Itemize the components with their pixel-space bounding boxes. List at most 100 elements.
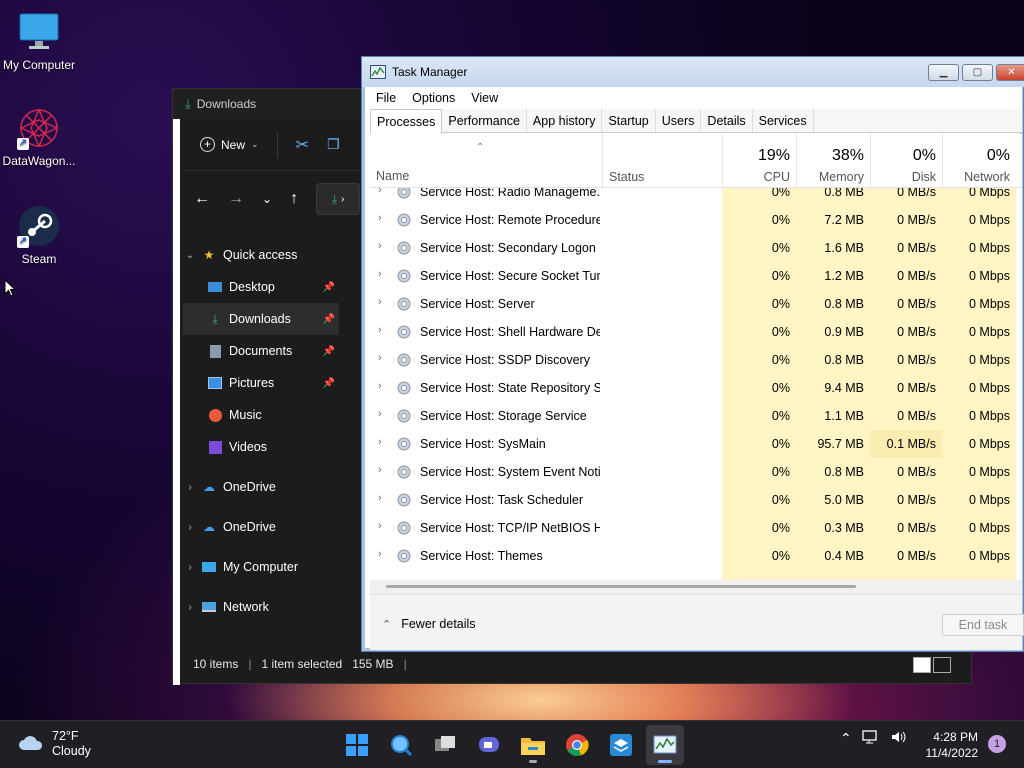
notification-badge[interactable]: 1 (988, 735, 1006, 753)
menu-view[interactable]: View (471, 91, 498, 105)
process-row[interactable]: › Service Host: Shell Hardware De... 0% 0.9… (370, 318, 1022, 346)
desktop-icon-datawagon[interactable]: ↗ DataWagon... (0, 106, 81, 168)
nav-downloads[interactable]: ⤓ Downloads 📌 (183, 303, 339, 335)
pin-icon[interactable]: 📌 (323, 378, 335, 389)
tab-performance[interactable]: Performance (442, 109, 527, 133)
volume-icon[interactable] (890, 729, 908, 748)
process-disk: 0 MB/s (897, 465, 936, 479)
process-row[interactable]: › Service Host: State Repository S... 0% 9.… (370, 374, 1022, 402)
task-view-icon[interactable] (426, 725, 464, 765)
minimize-button[interactable]: ▁ (928, 64, 959, 81)
process-row[interactable]: › Service Host: Task Scheduler 0% 5.0 MB 0 M… (370, 486, 1022, 514)
process-row[interactable]: › Service Host: Remote Procedure... 0% 7.2 … (370, 206, 1022, 234)
tab-services[interactable]: Services (753, 109, 814, 133)
task-manager-icon[interactable] (646, 725, 684, 765)
process-row[interactable]: › Service Host: Radio Manageme... 0% 0.8 MB… (370, 188, 1022, 206)
nav-onedrive-1[interactable]: › ☁ OneDrive (183, 471, 339, 503)
desktop-icon-steam[interactable]: ↗ Steam (0, 204, 81, 266)
desktop-icon-my-computer[interactable]: My Computer (0, 10, 81, 72)
new-button[interactable]: + New ⌄ (200, 137, 259, 152)
column-header-disk[interactable]: 0% Disk (870, 134, 942, 188)
process-row[interactable]: › Service Host: Themes 0% 0.4 MB 0 MB/s 0 Mbp… (370, 542, 1022, 570)
copy-icon[interactable]: ❐ (327, 136, 340, 153)
process-row[interactable]: › Service Host: System Event Noti... 0% 0.8… (370, 458, 1022, 486)
chevron-up-icon[interactable]: ⌃ (840, 730, 852, 747)
close-button[interactable]: ✕ (996, 64, 1024, 81)
expand-chevron-icon[interactable]: › (378, 240, 382, 252)
column-header-status[interactable]: Status (602, 134, 722, 188)
nav-music[interactable]: Music (183, 399, 339, 431)
expand-chevron-icon[interactable]: › (378, 436, 382, 448)
cut-icon[interactable]: ✂ (296, 135, 309, 155)
expand-chevron-icon[interactable]: › (378, 492, 382, 504)
tab-details[interactable]: Details (701, 109, 753, 133)
process-row[interactable]: › Service Host: Storage Service 0% 1.1 MB 0 … (370, 402, 1022, 430)
network-icon[interactable] (862, 729, 880, 748)
nav-videos[interactable]: Videos (183, 431, 339, 463)
nav-pictures[interactable]: Pictures 📌 (183, 367, 339, 399)
expand-chevron-icon[interactable]: › (378, 380, 382, 392)
tab-processes[interactable]: Processes (370, 109, 443, 134)
weather-widget[interactable]: 72°F Cloudy (18, 729, 91, 759)
menu-options[interactable]: Options (412, 91, 455, 105)
expand-chevron-icon[interactable]: › (378, 520, 382, 532)
pin-icon[interactable]: 📌 (323, 282, 335, 293)
chat-icon[interactable] (470, 725, 508, 765)
process-row[interactable]: › Service Host: SysMain 0% 95.7 MB 0.1 MB/s 0… (370, 430, 1022, 458)
menu-file[interactable]: File (376, 91, 396, 105)
details-view-icon[interactable] (913, 657, 931, 673)
gear-icon (396, 352, 412, 368)
column-header-cpu[interactable]: 19% CPU (722, 134, 796, 188)
process-row[interactable]: › Service Host: SSDP Discovery 0% 0.8 MB 0 M… (370, 346, 1022, 374)
nav-quick-access[interactable]: ⌄ ★ Quick access (183, 239, 339, 271)
recent-chevron-icon[interactable]: ⌄ (262, 192, 272, 206)
process-row[interactable]: › Service Host: Secondary Logon 0% 1.6 MB 0 … (370, 234, 1022, 262)
tab-users[interactable]: Users (656, 109, 702, 133)
end-task-button[interactable]: End task (942, 614, 1024, 636)
tiles-view-icon[interactable] (933, 657, 951, 673)
gear-icon (396, 492, 412, 508)
nav-network[interactable]: › Network (183, 591, 339, 623)
process-row[interactable]: › Service Host: Server 0% 0.8 MB 0 MB/s 0 Mbp… (370, 290, 1022, 318)
expand-chevron-icon[interactable]: › (378, 324, 382, 336)
address-breadcrumb[interactable]: ⤓ › (316, 183, 361, 215)
pin-icon[interactable]: 📌 (323, 314, 335, 325)
process-row[interactable]: › Service Host: Secure Socket Tun... 0% 1.2… (370, 262, 1022, 290)
column-header-name[interactable]: Name (376, 169, 409, 183)
expand-chevron-icon[interactable]: › (378, 464, 382, 476)
process-list[interactable]: › Service Host: Radio Manageme... 0% 0.8 MB… (370, 188, 1022, 580)
expand-chevron-icon[interactable]: › (378, 268, 382, 280)
back-arrow-icon[interactable]: ← (194, 190, 210, 208)
task-manager-titlebar[interactable]: Task Manager ▁ ▢ ✕ (362, 57, 1024, 87)
scrollbar-thumb[interactable] (386, 585, 856, 588)
column-header-network[interactable]: 0% Network (942, 134, 1016, 188)
expand-chevron-icon[interactable]: › (378, 352, 382, 364)
nav-label: OneDrive (223, 480, 276, 494)
up-arrow-icon[interactable]: ↑ (290, 190, 298, 208)
forward-arrow-icon[interactable]: → (228, 190, 244, 208)
expand-chevron-icon[interactable]: › (378, 212, 382, 224)
expand-chevron-icon[interactable]: › (378, 548, 382, 560)
column-header-memory[interactable]: 38% Memory (796, 134, 870, 188)
nav-my-computer[interactable]: › My Computer (183, 551, 339, 583)
expand-chevron-icon[interactable]: › (378, 188, 382, 196)
fewer-details-button[interactable]: ⌃ Fewer details (382, 617, 476, 631)
nav-desktop[interactable]: Desktop 📌 (183, 271, 339, 303)
start-icon[interactable] (338, 725, 376, 765)
file-explorer-icon[interactable] (514, 725, 552, 765)
process-row[interactable]: › Service Host: TCP/IP NetBIOS H... 0% 0.3 … (370, 514, 1022, 542)
horizontal-scrollbar[interactable] (370, 580, 1022, 594)
expand-chevron-icon[interactable]: › (378, 408, 382, 420)
tab-startup[interactable]: Startup (602, 109, 656, 133)
tab-app-history[interactable]: App history (527, 109, 603, 133)
expand-chevron-icon[interactable]: › (378, 296, 382, 308)
nav-onedrive-2[interactable]: › ☁ OneDrive (183, 511, 339, 543)
chrome-icon[interactable] (558, 725, 596, 765)
pin-icon[interactable]: 📌 (323, 346, 335, 357)
maximize-button[interactable]: ▢ (962, 64, 993, 81)
task-manager-window[interactable]: Task Manager ▁ ▢ ✕ File Options View Pro… (361, 56, 1024, 652)
app-icon[interactable] (602, 725, 640, 765)
clock[interactable]: 4:28 PM 11/4/2022 (920, 729, 979, 761)
search-icon[interactable] (382, 725, 420, 765)
nav-documents[interactable]: Documents 📌 (183, 335, 339, 367)
